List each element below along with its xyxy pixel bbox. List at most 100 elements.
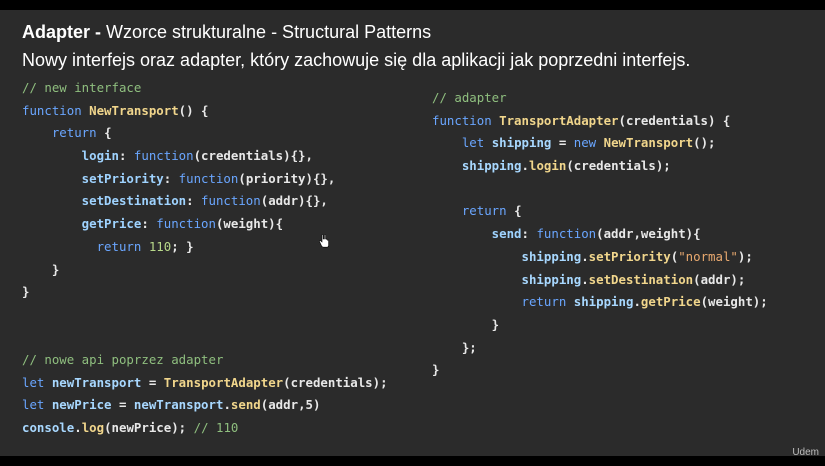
- code-line: login: function(credentials){},: [22, 145, 335, 168]
- code-token-punct: ; }: [171, 238, 194, 254]
- code-token-punct: .: [581, 248, 589, 264]
- code-token-punct: );: [737, 248, 753, 264]
- code-token-punct: :: [521, 226, 537, 242]
- code-token-punct: }: [22, 284, 30, 300]
- code-token-keyword: function: [432, 112, 500, 128]
- code-token-punct: .: [74, 420, 82, 436]
- code-token-punct: (credentials);: [566, 158, 671, 174]
- code-token-keyword: return: [432, 203, 515, 219]
- code-token-prop: send: [432, 226, 522, 242]
- code-line: setPriority: function(priority){},: [22, 168, 336, 191]
- code-token-punct: .: [521, 158, 529, 174]
- code-token-punct: ();: [693, 135, 716, 151]
- code-token-keyword: function: [156, 216, 216, 232]
- code-token-var: shipping: [432, 271, 582, 287]
- code-token-punct: .: [633, 294, 641, 310]
- code-line: return shipping.getPrice(weight);: [432, 291, 768, 314]
- code-token-var: shipping: [573, 294, 634, 310]
- code-token-punct: {: [514, 203, 522, 219]
- code-token-func: log: [81, 420, 105, 436]
- code-token-punct: (addr);: [693, 271, 746, 287]
- code-token-var: newPrice: [51, 397, 112, 413]
- slide-subtitle: Nowy interfejs oraz adapter, który zacho…: [22, 50, 691, 70]
- code-token-var: newTransport: [133, 397, 224, 413]
- code-token-punct: (addr,weight){: [596, 226, 701, 242]
- code-line: // nowe api poprzez adapter: [22, 349, 388, 372]
- code-comment: // adapter: [432, 90, 507, 105]
- code-token-var: newTransport: [51, 374, 142, 390]
- code-token-punct: (addr){},: [260, 193, 328, 209]
- code-line: // new interface: [22, 77, 335, 100]
- code-token-punct: }: [432, 362, 440, 378]
- hand-pointer-icon: [319, 234, 329, 248]
- code-token-punct: {: [104, 125, 112, 141]
- code-block-adapter: // adapter function TransportAdapter(cred…: [432, 87, 768, 382]
- code-token-func: NewTransport: [603, 135, 694, 151]
- code-line: let shipping = new NewTransport();: [432, 132, 768, 155]
- code-token-keyword: function: [201, 193, 261, 209]
- code-line: }: [432, 314, 768, 337]
- code-block-usage: // nowe api poprzez adapter let newTransp…: [22, 349, 388, 440]
- code-token-punct: (credentials) {: [618, 112, 731, 128]
- slide: Adapter - Wzorce strukturalne - Structur…: [0, 10, 825, 456]
- code-token-num: 110: [148, 238, 172, 254]
- code-token-punct: =: [111, 397, 134, 413]
- code-line: getPrice: function(weight){: [22, 213, 335, 236]
- code-line: shipping.setPriority("normal");: [432, 246, 768, 269]
- code-token-punct: (priority){},: [238, 170, 336, 186]
- code-token-keyword: let: [432, 135, 492, 151]
- code-token-punct: .: [581, 271, 589, 287]
- code-token-punct: }: [22, 261, 60, 277]
- code-line: send: function(addr,weight){: [432, 223, 768, 246]
- code-token-prop: login: [22, 148, 119, 164]
- code-line: }: [432, 359, 768, 382]
- code-token-keyword: let: [22, 397, 52, 413]
- code-token-prop: setPriority: [22, 170, 164, 186]
- code-token-func: TransportAdapter: [499, 112, 619, 128]
- code-token-func: send: [230, 397, 261, 413]
- code-line: setDestination: function(addr){},: [22, 190, 335, 213]
- code-token-func: getPrice: [640, 294, 701, 310]
- code-line: function NewTransport() {: [22, 100, 335, 123]
- code-line: function TransportAdapter(credentials) {: [432, 110, 768, 133]
- slide-title: Adapter - Wzorce strukturalne - Structur…: [22, 22, 431, 43]
- code-token-punct: =: [551, 135, 574, 151]
- code-token-keyword: function: [133, 148, 194, 164]
- code-token-keyword: new: [573, 135, 604, 151]
- code-line: return {: [22, 122, 335, 145]
- code-token-punct: }: [432, 316, 500, 332]
- code-token-func: TransportAdapter: [163, 374, 284, 390]
- code-token-punct: :: [163, 170, 179, 186]
- code-block-new-interface: // new interface function NewTransport() …: [22, 77, 335, 304]
- code-token-comment: // 110: [193, 420, 239, 436]
- code-token-func: NewTransport: [89, 102, 179, 118]
- code-token-func: setDestination: [588, 271, 694, 287]
- code-token-func: login: [529, 158, 567, 174]
- code-line: shipping.setDestination(addr);: [432, 269, 768, 292]
- watermark: Udem: [792, 447, 819, 458]
- code-token-prop: setDestination: [22, 193, 187, 209]
- title-bold: Adapter -: [22, 22, 107, 42]
- code-token-var: shipping: [491, 135, 552, 151]
- code-token-punct: :: [141, 216, 157, 232]
- code-line: }: [22, 259, 335, 282]
- code-line: let newTransport = TransportAdapter(cred…: [22, 372, 388, 395]
- code-token-punct: :: [186, 193, 202, 209]
- code-token-punct: () {: [178, 102, 209, 118]
- code-token-keyword: function: [22, 102, 90, 118]
- code-token-punct: .: [223, 397, 231, 413]
- code-token-var: shipping: [432, 158, 522, 174]
- code-line: return 110; }: [22, 236, 335, 259]
- code-token-punct: (weight);: [700, 294, 768, 310]
- code-token-keyword: function: [536, 226, 597, 242]
- title-rest: Wzorce strukturalne - Structural Pattern…: [106, 22, 432, 42]
- code-line: return {: [432, 200, 768, 223]
- code-token-punct: =: [141, 374, 164, 390]
- code-token-punct: (addr,5): [260, 397, 321, 413]
- code-line: console.log(newPrice); // 110: [22, 417, 388, 440]
- code-token-keyword: return: [432, 294, 574, 310]
- code-line: };: [432, 337, 768, 360]
- code-token-punct: (credentials);: [283, 374, 388, 390]
- code-token-keyword: return: [22, 238, 149, 254]
